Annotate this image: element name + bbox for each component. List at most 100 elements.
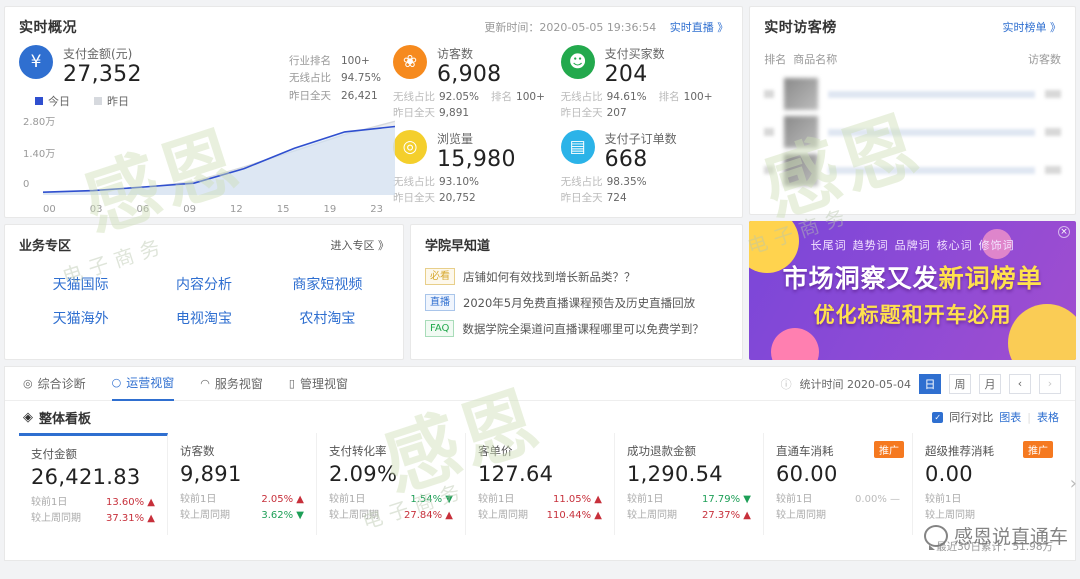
kpi-card-3[interactable]: 客单价 127.64 较前1日 11.05% ▲ 较上周同期 110.44% ▲ <box>466 433 615 535</box>
target-icon: ◎ <box>23 376 33 390</box>
rank-index <box>764 90 775 98</box>
realtime-body: ¥ 支付金额(元) 27,352 行业排名 100+ 无线占比 94.75% 昨日全… <box>19 45 728 215</box>
kpi-value: 26,421.83 <box>31 465 141 489</box>
kpi-label: 支付转化率 <box>329 444 387 458</box>
kpi-value: 9,891 <box>180 462 242 486</box>
tab-2[interactable]: ◠ 服务视窗 <box>200 367 263 401</box>
realtime-header-right: 更新时间：2020-05-05 19:36:54 实时直播 》 <box>484 19 728 35</box>
tabs: ◎ 综合诊断 ○ 运营视窗 ◠ 服务视窗 ▯ 管理视窗 <box>23 367 374 401</box>
biz-link-1[interactable]: 内容分析 <box>142 274 265 294</box>
x-tick-3: 09 <box>183 204 196 216</box>
rank-col-visitors: 访客数 <box>1028 53 1061 66</box>
realtime-trend-chart: 2.80万 1.40万 0 <box>19 111 395 203</box>
kpi-card-0[interactable]: 支付金额 26,421.83 较前1日 13.60% ▲ 较上周同期 37.31% ▲ <box>19 433 168 535</box>
view-table-toggle[interactable]: 表格 <box>1037 409 1059 425</box>
primary-row-1-key: 无线占比 <box>289 72 331 85</box>
banner-tag-4: 修饰词 <box>978 238 1015 252</box>
biz-link-2[interactable]: 商家短视频 <box>266 274 389 294</box>
visitor-count-masked <box>1045 90 1061 98</box>
trend-svg <box>43 120 395 196</box>
x-tick-4: 12 <box>230 204 243 216</box>
kpi-card-5[interactable]: 推广 直通车消耗 60.00 较前1日 0.00% — 较上周同期 <box>764 433 913 535</box>
cmp-day-value: 0.00% — <box>855 494 900 505</box>
kpi-comparisons: 较前1日 17.79% ▼ 较上周同期 27.37% ▲ <box>627 492 751 524</box>
metric-label: 支付子订单数 <box>604 132 677 147</box>
cmp-week-label: 较上周同期 <box>31 513 81 524</box>
academy-item-2[interactable]: FAQ 数据学院全渠道问直播课程哪里可以免费学到？ <box>425 320 728 337</box>
academy-list: 必看 店铺如何有效找到增长新品类？？ 直播 2020年5月免费直播课程预告及历史直播回… <box>425 268 728 337</box>
rank-link[interactable]: 实时榜单 》 <box>1003 19 1062 35</box>
rank-index <box>764 128 775 136</box>
metric-sub: 无线占比 92.05% 排名 100+ 昨日全天 9,891 <box>393 91 545 120</box>
peer-compare-checkbox[interactable]: ✓ <box>932 411 944 423</box>
biz-link-5[interactable]: 农村淘宝 <box>266 308 389 328</box>
top-section: 实时概况 更新时间：2020-05-05 19:36:54 实时直播 》 ¥ 支… <box>0 0 1080 360</box>
academy-item-0[interactable]: 必看 店铺如何有效找到增长新品类？？ <box>425 268 728 285</box>
x-tick-7: 23 <box>370 204 383 216</box>
kpi-card-1[interactable]: 访客数 9,891 较前1日 2.05% ▲ 较上周同期 3.62% ▼ <box>168 433 317 535</box>
range-month-button[interactable]: 月 <box>979 373 1001 394</box>
biz-link-3[interactable]: 天猫海外 <box>19 308 142 328</box>
cmp-week-value: 27.37% ▲ <box>702 510 751 521</box>
metric-label: 浏览量 <box>437 132 474 147</box>
info-icon[interactable]: ⓘ <box>781 376 792 392</box>
board-header-right: ✓ 同行对比 图表 | 表格 <box>932 409 1059 425</box>
enter-zone-link[interactable]: 进入专区 》 <box>331 237 390 253</box>
kpi-next-icon[interactable]: › <box>1070 473 1077 494</box>
x-tick-1: 03 <box>89 204 103 216</box>
cmp-week-label: 较上周同期 <box>478 510 528 521</box>
tab-0[interactable]: ◎ 综合诊断 <box>23 367 86 401</box>
kpi-card-2[interactable]: 支付转化率 2.09% 较前1日 1.54% ▼ 较上周同期 27.84% ▲ <box>317 433 466 535</box>
rank-row[interactable] <box>764 75 1061 113</box>
rank-table-header: 排名 商品名称 访客数 <box>764 51 1061 67</box>
cmp-week-label: 较上周同期 <box>776 510 826 521</box>
kpi-card-4[interactable]: 成功退款金额 1,290.54 较前1日 17.79% ▼ 较上周同期 27.37% ▲ <box>615 433 764 535</box>
right-column: 实时访客榜 实时榜单 》 排名 商品名称 访客数 × 长尾词 趋势词 品牌词 核心词修… <box>749 6 1076 360</box>
kpi-comparisons: 较前1日 13.60% ▲ 较上周同期 37.31% ▲ <box>31 495 155 527</box>
layers-icon: ◈ <box>23 409 33 425</box>
range-day-button[interactable]: 日 <box>919 373 941 394</box>
live-link[interactable]: 实时直播 》 <box>670 21 729 34</box>
range-week-button[interactable]: 周 <box>949 373 971 394</box>
legend-yesterday: 昨日 <box>94 93 129 109</box>
rank-rows <box>764 75 1061 189</box>
biz-link-4[interactable]: 电视淘宝 <box>142 308 265 328</box>
banner-blob-2 <box>771 328 820 360</box>
kpi-value: 2.09% <box>329 462 398 486</box>
tab-label: 综合诊断 <box>37 376 86 391</box>
prev-period-button[interactable]: ‹ <box>1009 373 1031 394</box>
doc-icon: ▤ <box>560 130 595 165</box>
next-period-button[interactable]: › <box>1039 373 1061 394</box>
academy-item-1[interactable]: 直播 2020年5月免费直播课程预告及历史直播回放 <box>425 294 728 311</box>
board-title: 整体看板 <box>39 411 92 427</box>
metric-sub: 无线占比 98.35% 昨日全天 724 <box>560 176 647 205</box>
total-30d-label: 最近30日累计：51.98万 <box>936 541 1053 553</box>
realtime-primary-block: ¥ 支付金额(元) 27,352 行业排名 100+ 无线占比 94.75% 昨日全… <box>19 45 395 215</box>
view-chart-toggle[interactable]: 图表 <box>999 409 1021 425</box>
business-zone-links: 天猫国际 内容分析 商家短视频天猫海外 电视淘宝 农村淘宝 <box>19 274 389 328</box>
chart-x-axis: 00 03 06 09 12 15 19 23 <box>19 204 389 215</box>
promo-banner[interactable]: × 长尾词 趋势词 品牌词 核心词 修饰词 市场洞察又发新词榜单 优化标题和开车必用 <box>749 220 1076 360</box>
kpi-card-6[interactable]: 推广 超级推荐消耗 0.00 较前1日 较上周同期 <box>913 433 1061 535</box>
visitor-count-masked <box>1045 166 1061 174</box>
product-thumbnail <box>784 154 819 186</box>
tab-3[interactable]: ▯ 管理视窗 <box>289 367 348 401</box>
metric-3: ▤ 支付子订单数 668 无线占比 98.35% 昨日全天 724 <box>560 130 729 209</box>
cmp-week-label: 较上周同期 <box>329 510 379 521</box>
metric-value: 204 <box>604 62 648 87</box>
cmp-day-label: 较前1日 <box>925 494 962 505</box>
rank-row[interactable] <box>764 113 1061 151</box>
x-tick-0: 00 <box>43 204 56 216</box>
peer-compare-label: 同行对比 <box>949 411 994 424</box>
academy-tag: 必看 <box>425 268 455 285</box>
brand-watermark: 感恩说直通车 <box>923 522 1068 550</box>
biz-link-0[interactable]: 天猫国际 <box>19 274 142 294</box>
footprint-icon: ❀ <box>393 45 427 79</box>
kpi-comparisons: 较前1日 2.05% ▲ 较上周同期 3.62% ▼ <box>180 492 304 524</box>
toggle-divider: | <box>1027 410 1031 424</box>
primary-value: 27,352 <box>63 62 142 87</box>
tab-1[interactable]: ○ 运营视窗 <box>111 367 175 401</box>
kpi-comparisons: 较前1日 1.54% ▼ 较上周同期 27.84% ▲ <box>329 492 453 524</box>
rank-row[interactable] <box>764 151 1061 189</box>
business-zone-card: 业务专区 进入专区 》 天猫国际 内容分析 商家短视频 天猫海外 电视淘宝 农村淘宝 <box>4 224 404 360</box>
